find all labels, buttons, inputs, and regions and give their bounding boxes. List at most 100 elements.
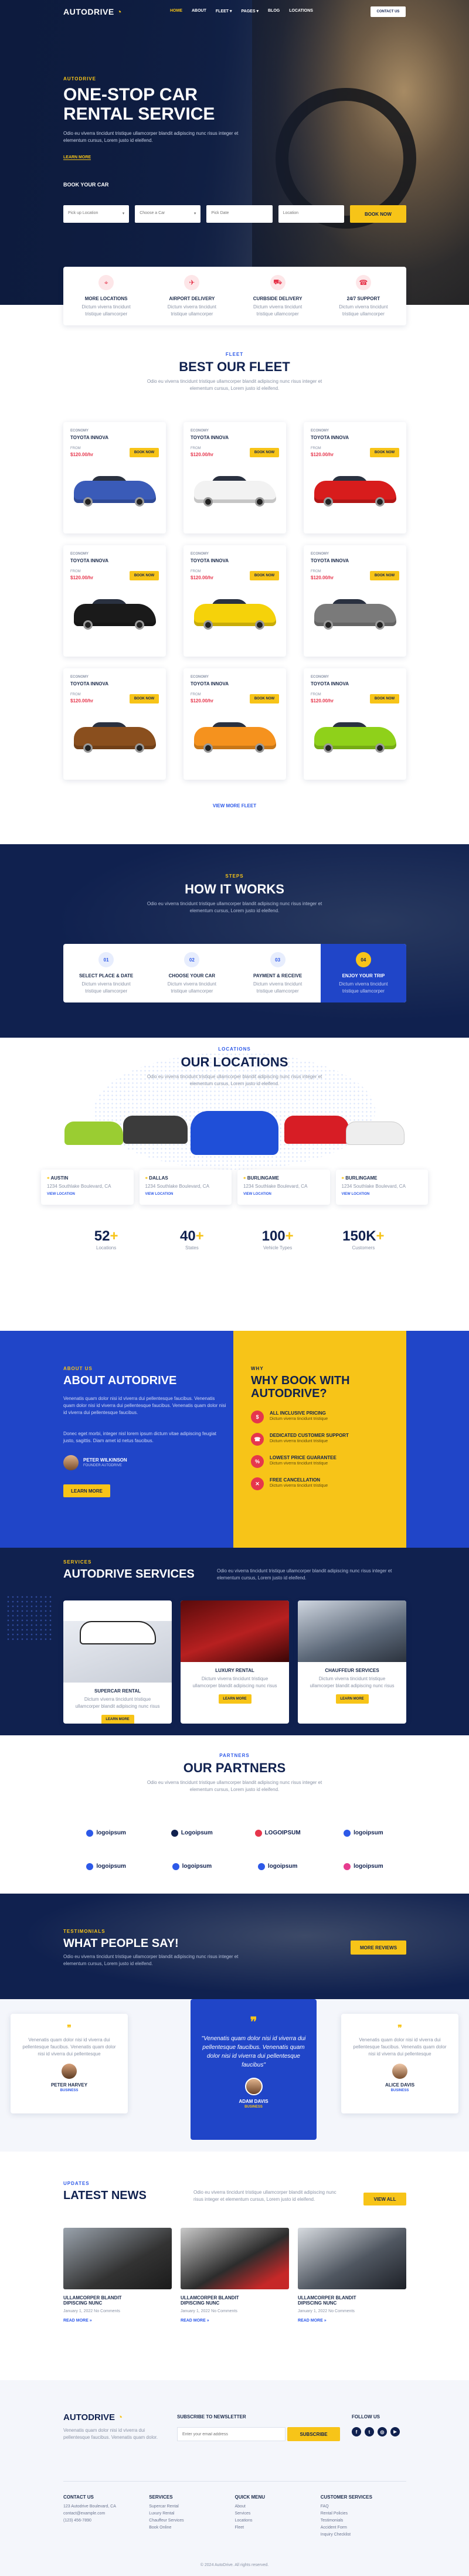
footer-link[interactable]: Services — [235, 2510, 321, 2517]
supercar-learn-more-button[interactable]: LEARN MORE — [101, 1715, 134, 1724]
footer-link[interactable]: Book Online — [149, 2524, 235, 2531]
fleet-book-now-button[interactable]: BOOK NOW — [250, 571, 279, 580]
location-card: ⌖ AUSTIN 1234 Southlake Boulevard, CA VIEW… — [41, 1170, 134, 1205]
car-class: ECONOMY — [311, 552, 329, 556]
car-wheel — [83, 743, 93, 753]
copyright: © 2024 AutoDrive. All rights reserved. — [200, 2563, 269, 2567]
hero-learn-more-link[interactable]: LEARN MORE — [63, 155, 91, 160]
footer-link[interactable]: FAQ — [321, 2503, 406, 2510]
testimonials-title: WHAT PEOPLE SAY! — [63, 1937, 179, 1950]
view-location-link[interactable]: VIEW LOCATION — [145, 1192, 226, 1196]
footer-link[interactable]: Fleet — [235, 2524, 321, 2531]
footer-link[interactable]: contact@example.com — [63, 2510, 149, 2517]
car-name: TOYOTA INNOVA — [70, 558, 109, 563]
footer-link[interactable]: 123 Autodrive Boulevard, CA — [63, 2503, 149, 2510]
why-item: $ ALL INCLUSIVE PRICING Dictum viverra tin… — [251, 1411, 392, 1423]
footer-link[interactable]: Inquiry Checklist — [321, 2531, 406, 2538]
footer-link[interactable]: Testimonials — [321, 2517, 406, 2524]
logo[interactable]: AUTODRIVE ◔ — [63, 7, 122, 16]
footer-logo[interactable]: AUTODRIVE ◔ — [63, 2412, 123, 2422]
choose-car-select[interactable]: Choose a Car ▾ — [135, 205, 201, 223]
car-name: TOYOTA INNOVA — [70, 435, 109, 440]
price-label: FROM — [311, 693, 321, 696]
footer-link[interactable]: About — [235, 2503, 321, 2510]
nav-fleet[interactable]: FLEET ▾ — [216, 9, 232, 13]
subscribe-button[interactable]: SUBSCRIBE — [287, 2427, 340, 2441]
twitter-icon[interactable]: t — [365, 2427, 374, 2436]
read-more-link[interactable]: READ MORE » — [181, 2319, 289, 2323]
footer-link[interactable]: (123) 456-7890 — [63, 2517, 149, 2524]
car-wheel — [135, 620, 144, 630]
stat-suffix: + — [376, 1228, 385, 1244]
read-more-link[interactable]: READ MORE » — [63, 2319, 172, 2323]
partner-logo[interactable]: LOGOIPSUM — [235, 1823, 321, 1843]
luxury-interior-photo — [181, 1600, 289, 1662]
car-wheel — [135, 497, 144, 507]
partner-logo-mark-icon — [257, 1863, 265, 1870]
pickup-location-select[interactable]: Pick up Location ▾ — [63, 205, 130, 223]
stat-value: 52 — [94, 1228, 110, 1244]
fleet-book-now-button[interactable]: BOOK NOW — [130, 694, 159, 704]
book-now-button[interactable]: BOOK NOW — [349, 205, 407, 223]
newsletter-email-input[interactable] — [177, 2427, 286, 2441]
about-learn-more-button[interactable]: LEARN MORE — [63, 1484, 110, 1497]
partner-logo[interactable]: logoipsum — [321, 1857, 406, 1876]
partner-logo[interactable]: logoipsum — [63, 1857, 149, 1876]
pick-date-input[interactable]: Pick Date — [206, 205, 273, 223]
nav-home[interactable]: HOME — [170, 9, 182, 13]
logo-mark-icon: ◔ — [115, 2412, 123, 2422]
instagram-icon[interactable]: ◎ — [378, 2427, 387, 2436]
nav-blog[interactable]: BLOG — [268, 9, 280, 13]
footer-link[interactable]: Rental Policies — [321, 2510, 406, 2517]
footer-column: SERVICES Supercar Rental Luxury Rental Chau… — [149, 2483, 235, 2541]
read-more-link[interactable]: READ MORE » — [298, 2319, 406, 2323]
partner-logo[interactable]: logoipsum — [149, 1857, 235, 1876]
footer-link[interactable]: Accident Form — [321, 2524, 406, 2531]
news-photo-driver — [63, 2228, 172, 2289]
car-icon: ⛟ — [270, 275, 286, 290]
view-more-fleet-link[interactable]: VIEW MORE FLEET — [0, 803, 469, 808]
partner-logo[interactable]: logoipsum — [321, 1823, 406, 1843]
why-list: $ ALL INCLUSIVE PRICING Dictum viverra tin… — [251, 1411, 392, 1500]
footer-link[interactable]: Locations — [235, 2517, 321, 2524]
founder-role: FOUNDER AUTODRIVE — [83, 1464, 122, 1467]
contact-us-button[interactable]: CONTACT US — [371, 6, 406, 17]
view-location-link[interactable]: VIEW LOCATION — [243, 1192, 324, 1196]
chauffeur-learn-more-button[interactable]: LEARN MORE — [335, 1694, 369, 1704]
fleet-book-now-button[interactable]: BOOK NOW — [370, 694, 399, 704]
footer-link[interactable]: Luxury Rental — [149, 2510, 235, 2517]
footer-link[interactable]: Chauffeur Services — [149, 2517, 235, 2524]
fleet-book-now-button[interactable]: BOOK NOW — [370, 448, 399, 457]
car-class: ECONOMY — [70, 552, 89, 556]
more-reviews-button[interactable]: MORE REVIEWS — [351, 1941, 406, 1955]
view-location-link[interactable]: VIEW LOCATION — [342, 1192, 423, 1196]
nav-locations[interactable]: LOCATIONS — [289, 9, 313, 13]
footer-link[interactable]: Supercar Rental — [149, 2503, 235, 2510]
step-4: 04 ENJOY YOUR TRIP Dictum viverra tincidun… — [320, 944, 406, 1002]
location-input[interactable]: Location — [278, 205, 344, 223]
view-location-link[interactable]: VIEW LOCATION — [47, 1192, 128, 1196]
fleet-book-now-button[interactable]: BOOK NOW — [250, 448, 279, 457]
footer-column: QUICK MENU About Services Locations Fleet — [235, 2483, 321, 2541]
nav-pages[interactable]: PAGES ▾ — [242, 9, 259, 13]
quote-icon: ❞ — [67, 2023, 72, 2033]
partner-logo-mark-icon — [172, 1863, 179, 1870]
nav-about[interactable]: ABOUT — [192, 9, 206, 13]
car-wheel — [255, 497, 264, 507]
follow-us-title: FOLLOW US — [352, 2414, 380, 2419]
price-label: FROM — [191, 570, 201, 573]
partner-logo[interactable]: Logoipsum — [149, 1823, 235, 1843]
fleet-book-now-button[interactable]: BOOK NOW — [250, 694, 279, 704]
luxury-learn-more-button[interactable]: LEARN MORE — [218, 1694, 252, 1704]
view-all-button[interactable]: VIEW ALL — [363, 2193, 406, 2205]
facebook-icon[interactable]: f — [352, 2427, 361, 2436]
fleet-book-now-button[interactable]: BOOK NOW — [130, 571, 159, 580]
partner-logo[interactable]: logoipsum — [235, 1857, 321, 1876]
location-address: 1234 Southlake Boulevard, CA — [145, 1184, 209, 1189]
fleet-book-now-button[interactable]: BOOK NOW — [370, 571, 399, 580]
partner-logo[interactable]: logoipsum — [63, 1823, 149, 1843]
youtube-icon[interactable]: ▶ — [390, 2427, 400, 2436]
fleet-book-now-button[interactable]: BOOK NOW — [130, 448, 159, 457]
footer-column: CUSTOMER SERVICES FAQ Rental Policies Testi… — [321, 2483, 406, 2541]
step-2: 02 CHOOSE YOUR CAR Dictum viverra tincidun… — [149, 944, 235, 1002]
